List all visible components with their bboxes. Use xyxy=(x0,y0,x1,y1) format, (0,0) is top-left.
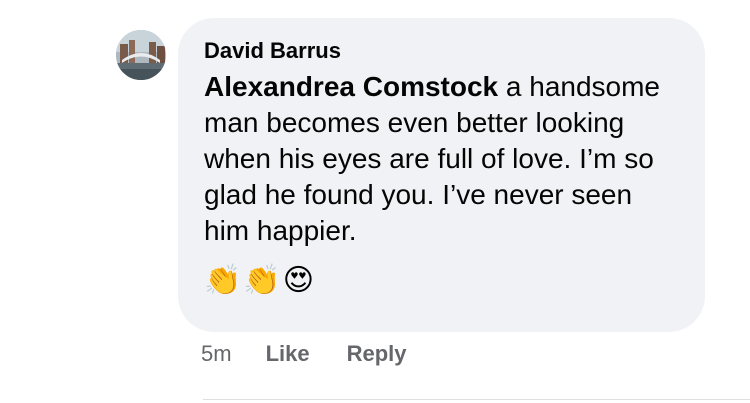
comment-bubble: David Barrus Alexandrea Comstock a hands… xyxy=(178,18,705,332)
clapping-hands-emoji-2: 👏 xyxy=(243,264,281,297)
like-button[interactable]: Like xyxy=(266,341,310,367)
avatar-photo xyxy=(116,30,166,80)
comment-author-name[interactable]: David Barrus xyxy=(204,38,681,64)
comment-timestamp[interactable]: 5m xyxy=(201,341,232,367)
emoji-row: 👏 👏 😍 xyxy=(204,261,681,301)
comment-text: Alexandrea Comstock a handsome man becom… xyxy=(204,69,684,249)
clapping-hands-emoji-1: 👏 xyxy=(204,264,242,297)
divider xyxy=(203,399,750,400)
reply-button[interactable]: Reply xyxy=(347,341,407,367)
comment-actions: 5m Like Reply xyxy=(201,336,444,372)
mentioned-user-link[interactable]: Alexandrea Comstock xyxy=(204,71,498,102)
avatar[interactable] xyxy=(116,30,166,80)
heart-eyes-emoji: 😍 xyxy=(282,264,314,297)
